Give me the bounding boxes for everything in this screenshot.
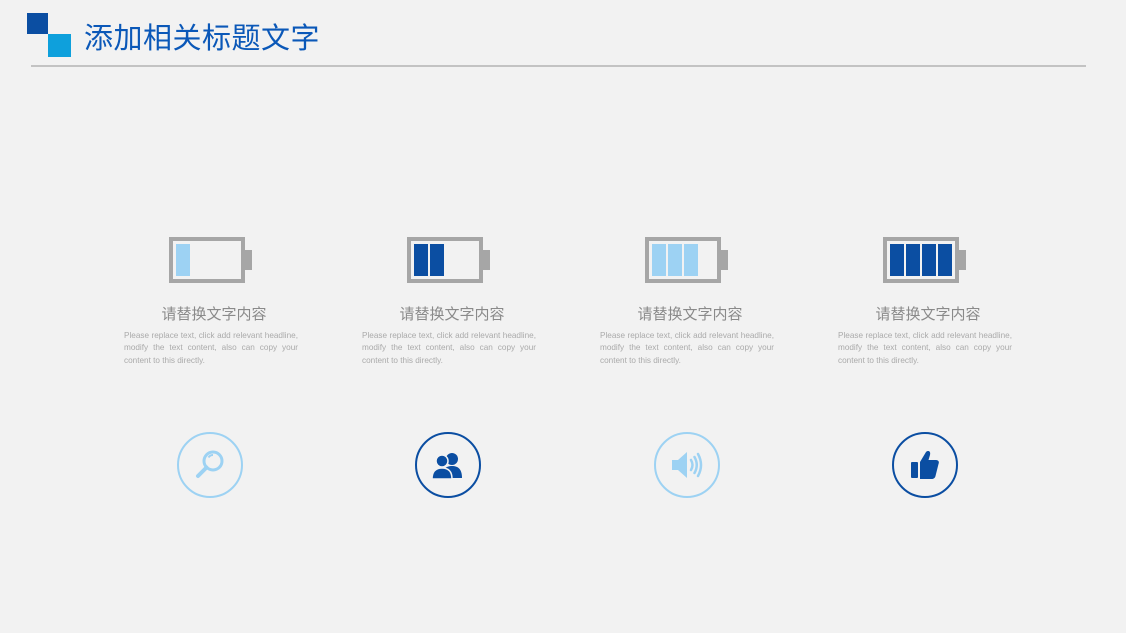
card-title: 请替换文字内容 xyxy=(399,305,505,323)
card-body: Please replace text, click add relevant … xyxy=(600,331,774,365)
battery-icon xyxy=(169,237,252,283)
card-title: 请替换文字内容 xyxy=(875,305,981,323)
battery-icon xyxy=(407,237,490,283)
logo-square-dark xyxy=(27,13,48,34)
speaker-icon xyxy=(654,432,720,498)
card-body: Please replace text, click add relevant … xyxy=(124,331,298,365)
feature-card-3: 请替换文字内容 Please replace text, click add r… xyxy=(599,236,789,367)
logo xyxy=(27,13,72,58)
logo-square-light xyxy=(48,34,71,57)
thumbs-up-icon xyxy=(892,432,958,498)
feature-card-2: 请替换文字内容 Please replace text, click add r… xyxy=(361,236,551,367)
feature-card-1: 请替换文字内容 Please replace text, click add r… xyxy=(123,236,313,367)
card-body: Please replace text, click add relevant … xyxy=(838,331,1012,365)
card-body: Please replace text, click add relevant … xyxy=(362,331,536,365)
page-title: 添加相关标题文字 xyxy=(84,21,321,55)
card-title: 请替换文字内容 xyxy=(637,305,743,323)
card-title: 请替换文字内容 xyxy=(161,305,267,323)
magnifier-icon xyxy=(177,432,243,498)
feature-card-4: 请替换文字内容 Please replace text, click add r… xyxy=(837,236,1027,367)
battery-icon xyxy=(645,237,728,283)
battery-icon xyxy=(883,237,966,283)
header-divider xyxy=(31,65,1086,67)
users-icon xyxy=(415,432,481,498)
